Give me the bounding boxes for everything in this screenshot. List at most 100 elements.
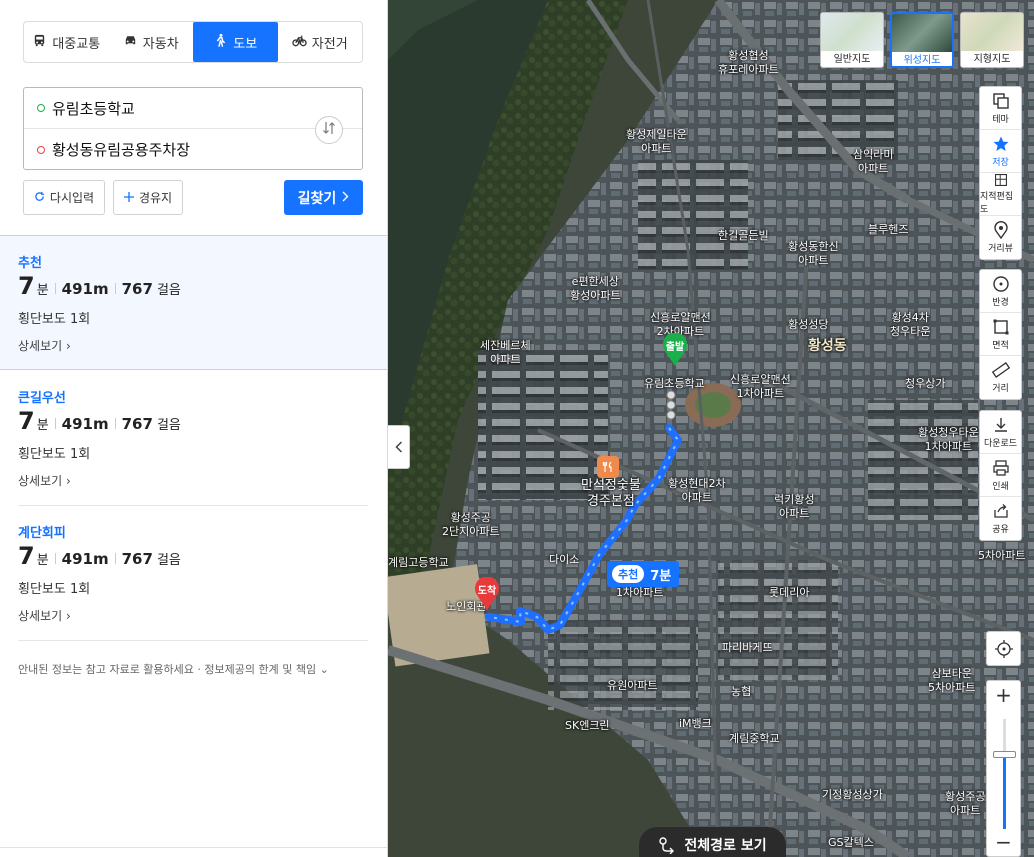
origin-field[interactable]: 유림초등학교 xyxy=(24,88,362,129)
theme-button[interactable]: 테마 xyxy=(980,87,1021,130)
route-input-box: 유림초등학교 황성동유림공용주차장 xyxy=(23,87,363,170)
place-label[interactable]: 세잔베르체 아파트 xyxy=(480,339,531,367)
destination-field[interactable]: 황성동유림공용주차장 xyxy=(24,129,304,170)
area-icon xyxy=(993,319,1008,334)
place-label[interactable]: 계림고등학교 xyxy=(388,556,449,570)
tool-label: 테마 xyxy=(992,114,1009,125)
place-label[interactable]: 황성주공 2단지아파트 xyxy=(442,511,500,539)
district-label: 황성동 xyxy=(808,338,847,354)
radius-icon xyxy=(992,275,1009,292)
normal-map-thumbnail xyxy=(821,13,883,51)
place-label[interactable]: 기정황성상가 xyxy=(822,788,883,802)
origin-dot-icon xyxy=(37,104,45,112)
current-location-button[interactable] xyxy=(986,631,1021,666)
place-label[interactable]: 다이소 xyxy=(549,553,579,567)
zoom-slider-handle[interactable] xyxy=(993,751,1016,758)
place-label[interactable]: 황성현대2차 아파트 xyxy=(668,477,726,505)
restaurant-poi-icon[interactable] xyxy=(597,456,619,478)
place-label[interactable]: SK엔크린 xyxy=(565,719,610,733)
roadview-button[interactable]: 거리뷰 xyxy=(980,216,1021,259)
place-label[interactable]: 황성주공 아파트 xyxy=(945,790,985,818)
place-label[interactable]: 농협 xyxy=(731,685,751,699)
place-label[interactable]: 파리바게뜨 xyxy=(722,641,773,655)
map-type-satellite[interactable]: 위성지도 xyxy=(890,12,954,68)
area-button[interactable]: 면적 xyxy=(980,313,1021,356)
place-label[interactable]: 유림초등학교 xyxy=(644,377,705,391)
route-result-recommended[interactable]: 추천 7 분 491m 767 걸음 횡단보도 1회 상세보기 › xyxy=(0,235,387,370)
place-label[interactable]: 청우상가 xyxy=(905,377,945,391)
place-label[interactable]: 5차아파트 xyxy=(978,549,1025,563)
place-label[interactable]: 황성청우타운 1차아파트 xyxy=(918,426,979,454)
place-label[interactable]: 황성제일타운 아파트 xyxy=(626,128,687,156)
share-button[interactable]: 공유 xyxy=(980,497,1021,540)
result-summary: 7 분 491m 767 걸음 xyxy=(18,407,181,435)
place-label[interactable]: 삼보타운 5차아파트 xyxy=(928,667,975,695)
tab-label: 자전거 xyxy=(311,36,348,52)
chevron-right-icon: › xyxy=(66,474,71,488)
result-minutes: 7 xyxy=(18,407,35,435)
save-button[interactable]: 저장 xyxy=(980,130,1021,173)
end-marker[interactable]: 도착 xyxy=(474,576,500,611)
print-button[interactable]: 인쇄 xyxy=(980,454,1021,497)
place-label[interactable]: 유원아파트 xyxy=(607,679,658,693)
route-result-main-road[interactable]: 큰길우선 7 분 491m 767 걸음 횡단보도 1회 상세보기 › xyxy=(0,371,387,506)
tab-car[interactable]: 자동차 xyxy=(109,22,194,62)
refresh-icon xyxy=(34,191,45,205)
map-toolbar-group-1: 테마 저장 지적편집도 거리뷰 xyxy=(979,86,1022,260)
tab-walk[interactable]: 도보 xyxy=(193,22,278,62)
zoom-out-button[interactable]: − xyxy=(987,828,1020,856)
place-label[interactable]: 삼익라미 아파트 xyxy=(853,148,893,176)
terrain-map-thumbnail xyxy=(961,13,1023,51)
result-title: 큰길우선 xyxy=(18,391,66,406)
result-steps: 767 xyxy=(121,280,153,298)
place-label[interactable]: 황성협성 휴포레아파트 xyxy=(718,49,779,77)
place-label[interactable]: 1차아파트 xyxy=(616,586,663,600)
detail-label: 상세보기 xyxy=(18,474,63,488)
tab-bicycle[interactable]: 자전거 xyxy=(278,22,363,62)
chevron-right-icon xyxy=(342,190,349,206)
place-label[interactable]: 롯데리아 xyxy=(769,586,809,600)
walk-icon xyxy=(213,33,228,52)
place-label[interactable]: 블루헨즈 xyxy=(868,223,908,237)
start-marker[interactable]: 출발 xyxy=(662,332,688,367)
route-result-avoid-stairs[interactable]: 계단회피 7 분 491m 767 걸음 횡단보도 1회 상세보기 › xyxy=(0,506,387,641)
disclaimer-link[interactable]: 안내된 정보는 참고 자료로 활용하세요 · 정보제공의 한계 및 책임 ⌄ xyxy=(18,661,329,677)
add-waypoint-button[interactable]: 경유지 xyxy=(113,180,183,215)
route-time-badge[interactable]: 추천 7분 xyxy=(607,561,680,587)
tab-transit[interactable]: 대중교통 xyxy=(24,22,109,62)
radius-button[interactable]: 반경 xyxy=(980,270,1021,313)
search-label: 길찾기 xyxy=(297,190,337,207)
search-route-button[interactable]: 길찾기 xyxy=(284,180,363,215)
place-label[interactable]: GS칼텍스 xyxy=(828,836,874,850)
download-button[interactable]: 다운로드 xyxy=(980,411,1021,454)
place-label[interactable]: 황성동한신 아파트 xyxy=(788,240,839,268)
place-label[interactable]: 만석정숯불 경주본점 xyxy=(581,478,641,511)
view-full-route-button[interactable]: 전체경로 보기 xyxy=(639,827,786,857)
detail-link[interactable]: 상세보기 › xyxy=(18,607,71,624)
detail-link[interactable]: 상세보기 › xyxy=(18,472,71,489)
result-steps: 767 xyxy=(121,550,153,568)
map-type-terrain[interactable]: 지형지도 xyxy=(960,12,1024,68)
badge-tag: 추천 xyxy=(612,565,645,583)
detail-link[interactable]: 상세보기 › xyxy=(18,337,71,354)
place-label[interactable]: 럭키황성 아파트 xyxy=(774,493,814,521)
destination-text: 황성동유림공용주차장 xyxy=(52,141,191,159)
reset-button[interactable]: 다시입력 xyxy=(23,180,105,215)
place-label[interactable]: 황성4차 청우타운 xyxy=(890,311,930,339)
distance-button[interactable]: 거리 xyxy=(980,356,1021,399)
place-label[interactable]: 한길골든빌 xyxy=(718,229,769,243)
collapse-panel-button[interactable] xyxy=(388,425,410,469)
place-label[interactable]: iM뱅크 xyxy=(679,717,712,731)
cadastral-button[interactable]: 지적편집도 xyxy=(980,173,1021,216)
place-label[interactable]: e편한세상 황성아파트 xyxy=(570,275,621,303)
place-label[interactable]: 계림중학교 xyxy=(729,732,780,746)
place-label[interactable]: 신흥로얄맨션 1차아파트 xyxy=(730,373,791,401)
tab-label: 대중교통 xyxy=(52,36,101,52)
reset-label: 다시입력 xyxy=(49,191,95,205)
place-label[interactable]: 황성성당 xyxy=(788,318,828,332)
swap-button[interactable] xyxy=(315,116,343,144)
satellite-map[interactable]: 황성협성 휴포레아파트 황성제일타운 아파트 삼익라미 아파트 한길골든빌 황성동한신… xyxy=(388,0,1034,857)
map-type-normal[interactable]: 일반지도 xyxy=(820,12,884,68)
tool-label: 다운로드 xyxy=(983,438,1018,449)
zoom-in-button[interactable]: + xyxy=(987,681,1020,709)
